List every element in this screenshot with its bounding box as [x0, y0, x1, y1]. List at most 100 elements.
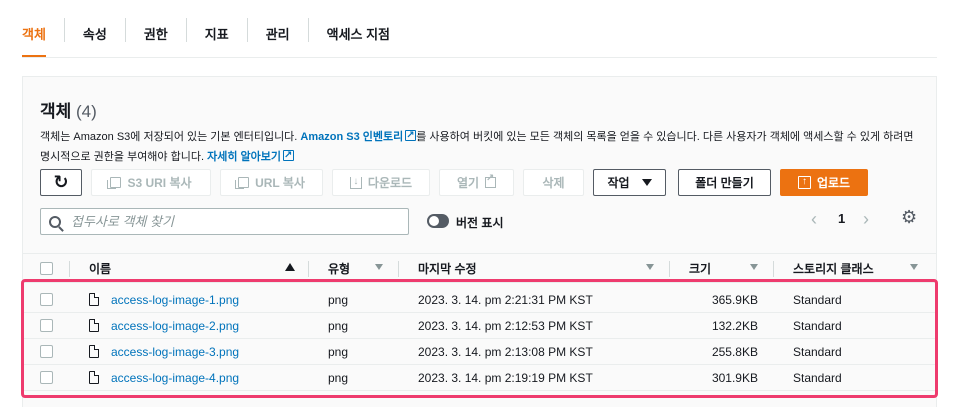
download-button[interactable]: ↓ 다운로드 — [332, 169, 430, 196]
sort-icon[interactable] — [750, 264, 758, 270]
panel-title: 객체 (4) — [40, 97, 97, 122]
inventory-link[interactable]: Amazon S3 인벤토리 — [300, 126, 417, 146]
object-storage-class: Standard — [793, 371, 842, 385]
external-link-icon — [485, 173, 497, 188]
object-count: (4) — [76, 102, 97, 121]
sort-ascending-icon[interactable] — [285, 263, 295, 271]
tab-bar: 객체 속성 권한 지표 관리 액세스 지점 — [22, 18, 390, 58]
object-size: 301.9KB — [711, 371, 758, 385]
column-header-name[interactable]: 이름 — [89, 254, 111, 283]
search-icon — [49, 215, 61, 228]
open-label: 열기 — [456, 176, 480, 190]
column-label: 크기 — [689, 262, 712, 276]
tab-label: 관리 — [265, 27, 290, 42]
learn-more-link[interactable]: 자세히 알아보기 — [207, 146, 294, 166]
tab-label: 속성 — [82, 27, 107, 42]
object-size: 365.9KB — [711, 293, 758, 307]
gear-icon[interactable]: ⚙ — [901, 207, 917, 228]
chevron-left-icon[interactable]: ‹ — [811, 209, 817, 230]
open-button[interactable]: 열기 — [439, 169, 514, 196]
object-name-link[interactable]: access-log-image-2.png — [111, 313, 239, 339]
tab-divider — [185, 18, 187, 42]
tab-access-points[interactable]: 액세스 지점 — [327, 18, 390, 58]
create-folder-label: 폴더 만들기 — [695, 176, 754, 190]
copy-s3-uri-label: S3 URI 복사 — [127, 176, 192, 190]
tab-divider — [307, 18, 309, 42]
copy-s3-uri-button[interactable]: S3 URI 복사 — [91, 169, 211, 196]
table-row: access-log-image-1.png png 2023. 3. 14. … — [23, 287, 936, 313]
tab-divider — [63, 18, 65, 42]
object-size: 132.2KB — [711, 319, 758, 333]
copy-url-button[interactable]: URL 복사 — [220, 169, 323, 196]
column-label: 마지막 수정 — [418, 262, 477, 276]
select-all-checkbox[interactable] — [40, 262, 53, 275]
learn-more-label: 자세히 알아보기 — [207, 151, 281, 163]
column-label: 이름 — [89, 262, 112, 276]
upload-icon: ↑ — [797, 176, 811, 189]
objects-panel: 객체 (4) 객체는 Amazon S3에 저장되어 있는 기본 엔터티입니다.… — [22, 76, 937, 407]
tab-underline — [22, 57, 937, 58]
search-input[interactable] — [71, 214, 371, 229]
column-header-storage-class[interactable]: 스토리지 클래스 — [793, 254, 874, 283]
column-header-last-modified[interactable]: 마지막 수정 — [418, 254, 477, 283]
table-row: access-log-image-4.png png 2023. 3. 14. … — [23, 365, 936, 391]
table-row: access-log-image-2.png png 2023. 3. 14. … — [23, 313, 936, 339]
tab-label: 권한 — [143, 27, 168, 42]
column-header-type[interactable]: 유형 — [328, 254, 350, 283]
object-storage-class: Standard — [793, 345, 842, 359]
column-label: 유형 — [328, 262, 351, 276]
caret-down-icon — [641, 179, 652, 186]
column-label: 스토리지 클래스 — [793, 262, 874, 276]
object-name-link[interactable]: access-log-image-1.png — [111, 287, 239, 313]
show-versions-toggle[interactable] — [427, 214, 449, 228]
delete-button[interactable]: 삭제 — [523, 169, 584, 196]
upload-button[interactable]: ↑ 업로드 — [780, 169, 868, 196]
tab-label: 액세스 지점 — [326, 27, 391, 42]
tab-label: 객체 — [22, 27, 46, 42]
page-number[interactable]: 1 — [838, 211, 845, 226]
refresh-button[interactable]: ↻ — [40, 169, 82, 196]
object-storage-class: Standard — [793, 319, 842, 333]
tab-divider — [124, 18, 126, 42]
column-divider — [773, 261, 774, 277]
tab-permissions[interactable]: 권한 — [144, 18, 168, 58]
column-divider — [69, 261, 70, 277]
column-divider — [669, 261, 670, 277]
sort-icon[interactable] — [646, 264, 654, 270]
file-icon — [89, 345, 99, 358]
object-storage-class: Standard — [793, 293, 842, 307]
actions-label: 작업 — [607, 176, 630, 190]
row-checkbox[interactable] — [40, 371, 53, 384]
tab-objects[interactable]: 객체 — [22, 18, 46, 58]
sort-icon[interactable] — [375, 264, 383, 270]
object-size: 255.8KB — [711, 345, 758, 359]
table-header: 이름 유형 마지막 수정 크기 스토리지 클래스 — [23, 253, 936, 283]
desc-text: 객체는 Amazon S3에 저장되어 있는 기본 엔터티입니다. — [40, 131, 301, 143]
tab-metrics[interactable]: 지표 — [205, 18, 229, 58]
external-link-icon — [283, 146, 294, 166]
tab-management[interactable]: 관리 — [266, 18, 290, 58]
object-type: png — [328, 345, 349, 359]
external-link-icon — [405, 126, 417, 146]
chevron-right-icon[interactable]: › — [863, 209, 869, 230]
upload-label: 업로드 — [816, 176, 851, 190]
panel-header: 객체 (4) 객체는 Amazon S3에 저장되어 있는 기본 엔터티입니다.… — [23, 77, 936, 249]
copy-url-label: URL 복사 — [255, 176, 305, 190]
object-name-link[interactable]: access-log-image-4.png — [111, 365, 239, 391]
object-name-link[interactable]: access-log-image-3.png — [111, 339, 239, 365]
object-type: png — [328, 371, 349, 385]
row-checkbox[interactable] — [40, 293, 53, 306]
panel-description: 객체는 Amazon S3에 저장되어 있는 기본 엔터티입니다. Amazon… — [40, 126, 920, 167]
actions-dropdown[interactable]: 작업 — [593, 169, 666, 196]
column-divider — [308, 261, 309, 277]
create-folder-button[interactable]: 폴더 만들기 — [678, 169, 771, 196]
delete-label: 삭제 — [542, 176, 565, 190]
title-text: 객체 — [40, 102, 72, 121]
sort-icon[interactable] — [910, 264, 918, 270]
tab-properties[interactable]: 속성 — [83, 18, 107, 58]
column-divider — [398, 261, 399, 277]
row-checkbox[interactable] — [40, 345, 53, 358]
row-checkbox[interactable] — [40, 319, 53, 332]
column-header-size[interactable]: 크기 — [689, 254, 711, 283]
file-icon — [89, 319, 99, 332]
